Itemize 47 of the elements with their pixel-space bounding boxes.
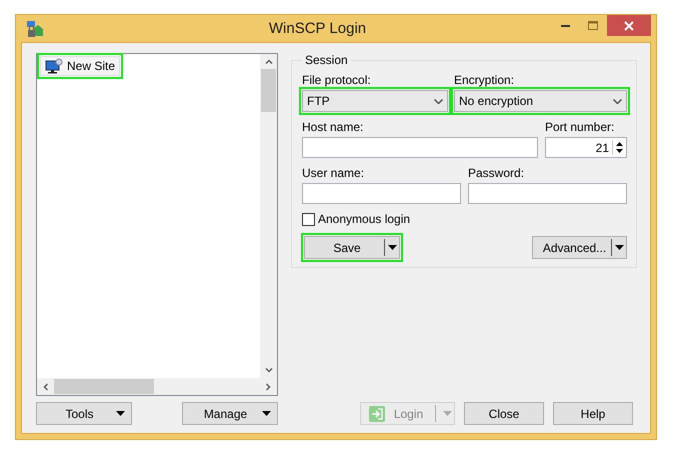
- scroll-thumb[interactable]: [54, 379, 154, 394]
- field-label: Password:: [468, 166, 526, 180]
- scroll-left-icon: [43, 382, 48, 390]
- scroll-right-icon: [266, 382, 271, 390]
- field-label: File protocol:: [302, 73, 372, 87]
- dropdown-arrow-icon: [262, 411, 271, 416]
- group-title: Session: [304, 53, 349, 67]
- vertical-scrollbar[interactable]: [260, 54, 277, 378]
- user-field[interactable]: [302, 183, 461, 204]
- login-icon: [369, 406, 385, 422]
- field-label: Encryption:: [454, 73, 516, 87]
- dialog-button[interactable]: Close: [464, 402, 544, 425]
- spin-down-icon[interactable]: [616, 149, 623, 153]
- scroll-down-icon: [264, 368, 272, 373]
- close-button[interactable]: [607, 15, 651, 36]
- chevron-down-icon: [613, 98, 622, 104]
- protocol-dropdown[interactable]: FTP: [302, 90, 448, 112]
- host-field[interactable]: [302, 137, 538, 158]
- field-label: Host name:: [302, 120, 364, 134]
- chevron-down-icon: [434, 98, 443, 104]
- checkbox[interactable]: [302, 212, 315, 226]
- close-icon: [624, 20, 634, 30]
- window-title: WinSCP Login: [268, 20, 366, 37]
- field-label: Port number:: [545, 120, 616, 134]
- scroll-thumb[interactable]: [261, 69, 276, 112]
- port-field[interactable]: 21: [545, 137, 627, 158]
- maximize-icon: [588, 21, 598, 30]
- spin-up-icon[interactable]: [616, 142, 623, 146]
- encryption-dropdown[interactable]: No encryption: [454, 90, 627, 112]
- menu-button[interactable]: Tools: [36, 402, 132, 425]
- site-item[interactable]: New Site: [40, 56, 120, 76]
- scroll-up-icon: [264, 59, 272, 64]
- dropdown-arrow-icon: [615, 245, 624, 250]
- computer-icon: [45, 58, 63, 74]
- dropdown-arrow-icon: [443, 411, 452, 416]
- advanced-button[interactable]: Advanced...: [532, 236, 627, 259]
- field-label: User name:: [302, 166, 366, 180]
- minimize-icon: [560, 24, 570, 26]
- dropdown-arrow-icon: [116, 411, 125, 416]
- dropdown-arrow-icon: [388, 245, 397, 250]
- checkbox-label: Anonymous login: [318, 212, 410, 226]
- password-field[interactable]: [468, 183, 627, 204]
- app-icon: [26, 20, 44, 38]
- dialog-button[interactable]: Help: [553, 402, 633, 425]
- horizontal-scrollbar[interactable]: [37, 378, 277, 395]
- save-button[interactable]: Save: [304, 236, 400, 259]
- menu-button[interactable]: Manage: [182, 402, 278, 425]
